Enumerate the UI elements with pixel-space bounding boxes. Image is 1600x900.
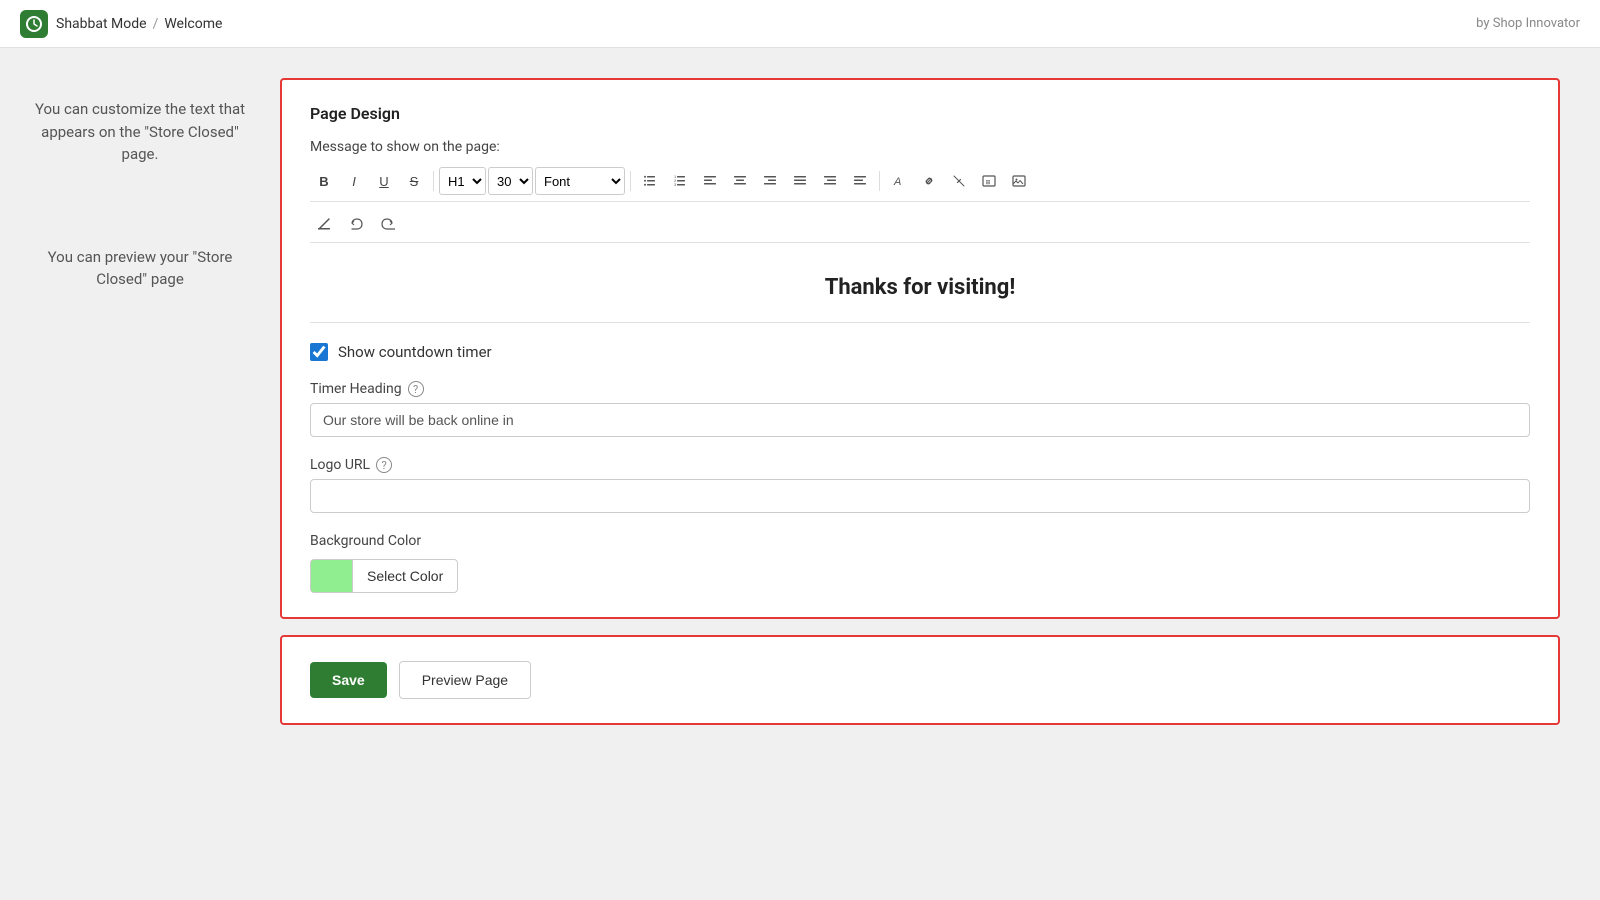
timer-heading-help-icon[interactable]: ? <box>408 381 424 397</box>
logo-url-help-icon[interactable]: ? <box>376 457 392 473</box>
panel-title: Page Design <box>310 104 1530 123</box>
align-left-button[interactable] <box>696 167 724 195</box>
breadcrumb-separator: / <box>153 16 159 32</box>
toolbar-row-2 <box>310 206 1530 243</box>
action-panel: Save Preview Page <box>280 635 1560 725</box>
instruction-block-2: You can preview your "Store Closed" page <box>30 246 250 291</box>
breadcrumb: Shabbat Mode / Welcome <box>56 16 222 32</box>
justify-button[interactable] <box>786 167 814 195</box>
instruction-block-1: You can customize the text that appears … <box>30 98 250 166</box>
logo-url-group: Logo URL ? <box>310 457 1530 513</box>
image-button[interactable] <box>1005 167 1033 195</box>
text-color-button[interactable]: A <box>885 167 913 195</box>
outdent-button[interactable] <box>846 167 874 195</box>
toolbar-row-1: B I U S H1 H2 H3 P 30 12 14 18 24 36 <box>310 161 1530 202</box>
bg-color-label: Background Color <box>310 533 1530 549</box>
breadcrumb-app[interactable]: Shabbat Mode <box>56 16 147 32</box>
save-button[interactable]: Save <box>310 662 387 698</box>
unordered-list-button[interactable] <box>636 167 664 195</box>
select-color-button[interactable]: Select Color <box>352 559 458 593</box>
color-swatch[interactable] <box>310 559 352 593</box>
logo-url-label: Logo URL ? <box>310 457 1530 473</box>
align-right-button[interactable] <box>756 167 784 195</box>
left-instructions: You can customize the text that appears … <box>0 78 280 870</box>
logo-url-input[interactable] <box>310 479 1530 513</box>
app-logo-icon <box>20 10 48 38</box>
background-color-section: Background Color Select Color <box>310 533 1530 593</box>
redo-button[interactable] <box>374 210 402 238</box>
svg-text:3: 3 <box>674 182 677 187</box>
fontsize-select[interactable]: 30 12 14 18 24 36 <box>488 167 533 195</box>
header-byline: by Shop Innovator <box>1476 16 1580 31</box>
editor-content: Thanks for visiting! <box>825 275 1016 300</box>
embed-button[interactable]: ⊞ <box>975 167 1003 195</box>
preview-page-button[interactable]: Preview Page <box>399 661 531 699</box>
ordered-list-button[interactable]: 123 <box>666 167 694 195</box>
toolbar-divider-3 <box>879 171 880 191</box>
timer-heading-group: Timer Heading ? <box>310 381 1530 437</box>
underline-button[interactable]: U <box>370 167 398 195</box>
app-header: Shabbat Mode / Welcome by Shop Innovator <box>0 0 1600 48</box>
link-button[interactable] <box>915 167 943 195</box>
svg-text:⊞: ⊞ <box>986 180 991 186</box>
color-btn-row: Select Color <box>310 559 1530 593</box>
countdown-checkbox[interactable] <box>310 343 328 361</box>
message-label: Message to show on the page: <box>310 139 1530 155</box>
indent-button[interactable] <box>816 167 844 195</box>
page-design-panel: Page Design Message to show on the page:… <box>280 78 1560 619</box>
countdown-label: Show countdown timer <box>338 343 492 361</box>
header-left: Shabbat Mode / Welcome <box>20 10 222 38</box>
font-select[interactable]: Font Arial Georgia Helvetica <box>535 167 625 195</box>
timer-heading-input[interactable] <box>310 403 1530 437</box>
editor-area[interactable]: Thanks for visiting! <box>310 253 1530 323</box>
countdown-checkbox-row: Show countdown timer <box>310 343 1530 361</box>
toolbar-divider-2 <box>630 171 631 191</box>
timer-heading-label: Timer Heading ? <box>310 381 1530 397</box>
undo-button[interactable] <box>342 210 370 238</box>
bold-button[interactable]: B <box>310 167 338 195</box>
heading-select[interactable]: H1 H2 H3 P <box>439 167 486 195</box>
svg-text:A: A <box>893 176 901 188</box>
italic-button[interactable]: I <box>340 167 368 195</box>
clear-format-button[interactable] <box>310 210 338 238</box>
breadcrumb-page: Welcome <box>164 16 222 32</box>
align-center-button[interactable] <box>726 167 754 195</box>
content-area: Page Design Message to show on the page:… <box>280 78 1600 870</box>
main-layout: You can customize the text that appears … <box>0 48 1600 900</box>
unlink-button[interactable] <box>945 167 973 195</box>
strikethrough-button[interactable]: S <box>400 167 428 195</box>
toolbar-divider-1 <box>433 171 434 191</box>
